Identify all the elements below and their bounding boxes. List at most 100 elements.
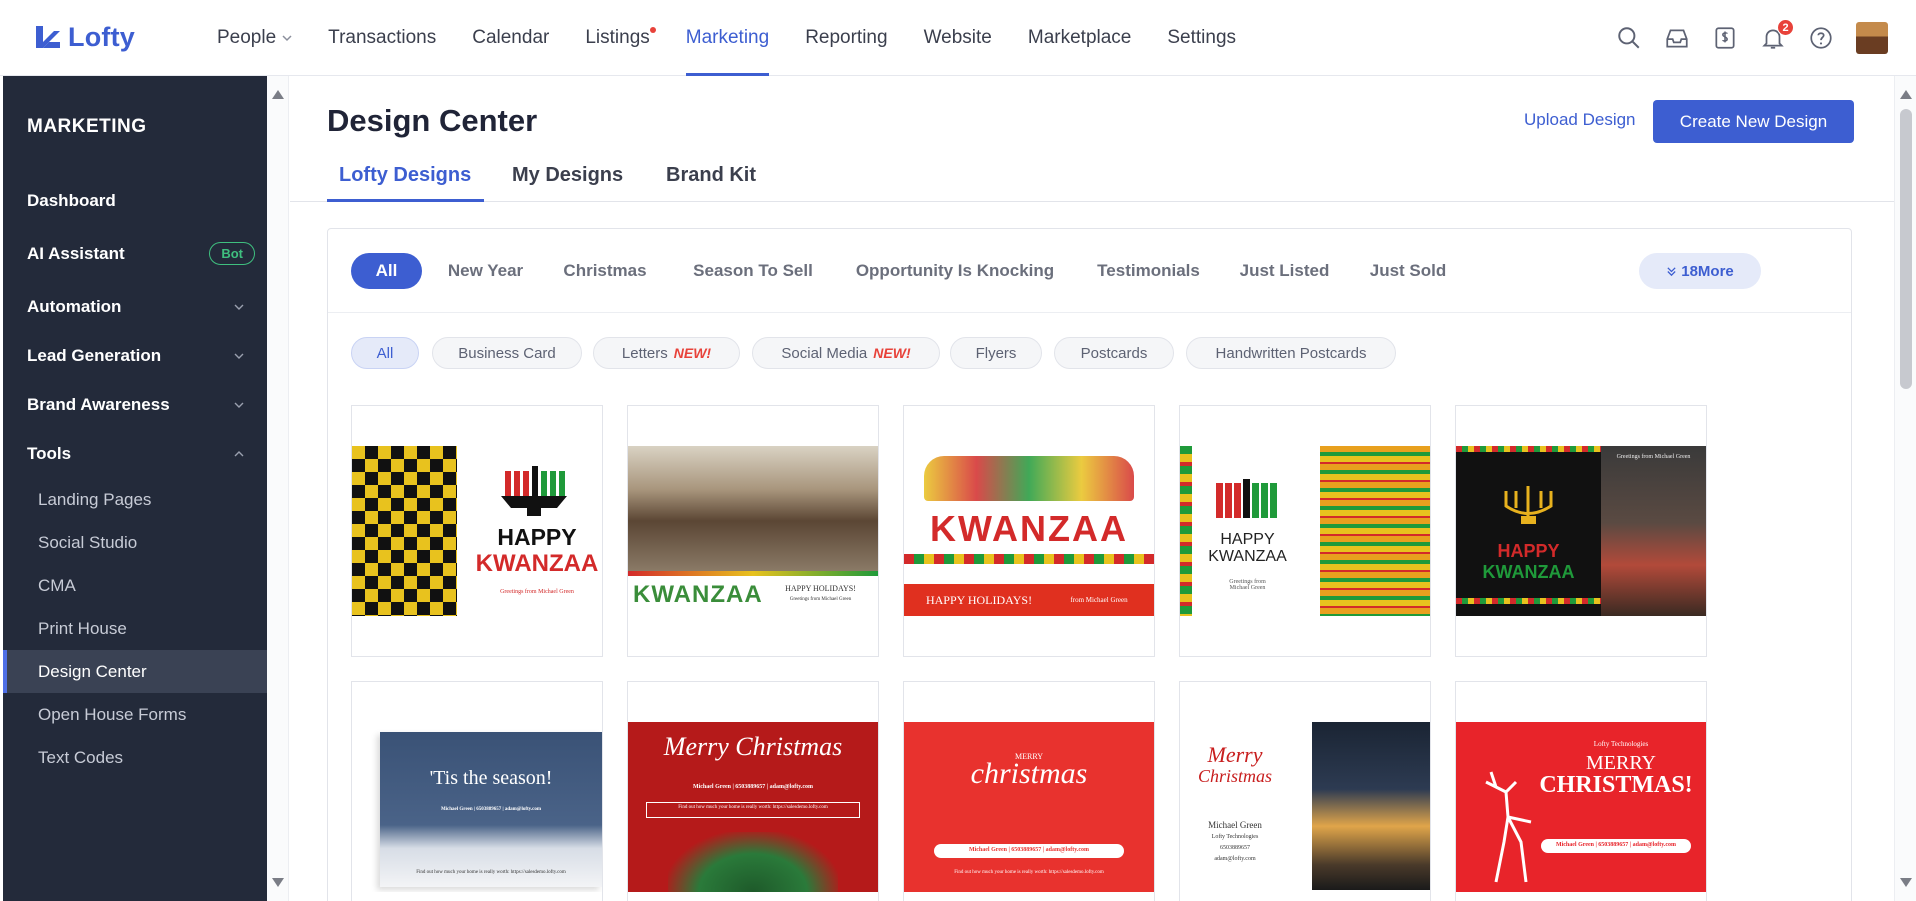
category-just-sold[interactable]: Just Sold [1358,253,1458,289]
nav-marketing[interactable]: Marketing [685,0,770,76]
sidebar-item-label: Lead Generation [27,345,162,365]
design-thumbnail: Merry Christmas Michael Green Lofty Tech… [1180,722,1430,892]
design-card[interactable]: HAPPY KWANZAA Greetings from Michael Gre… [351,405,603,657]
main-scrollbar[interactable] [1894,76,1916,901]
nav-website[interactable]: Website [924,0,992,76]
nav-reporting[interactable]: Reporting [805,0,887,76]
type-label: Social Media [781,344,868,362]
new-tag: NEW! [673,345,712,361]
sidebar-item-label: Brand Awareness [27,394,170,414]
design-thumbnail: Merry Christmas Michael Green | 65038896… [628,722,878,892]
sidebar-item-print-house[interactable]: Print House [3,607,267,650]
sidebar-item-landing-pages[interactable]: Landing Pages [3,478,267,521]
user-avatar[interactable] [1856,22,1888,54]
nav-label: Marketing [685,26,770,48]
scroll-down-arrow-icon[interactable] [1900,878,1912,887]
scroll-up-arrow-icon[interactable] [1900,90,1912,99]
sidebar-item-automation[interactable]: Automation [3,282,267,331]
search-icon[interactable] [1614,23,1644,53]
category-testimonials[interactable]: Testimonials [1083,253,1214,289]
scroll-down-arrow-icon[interactable] [272,878,284,887]
card-greeting: HAPPY HOLIDAYS! [785,584,856,593]
type-all[interactable]: All [351,337,419,369]
nav-listings[interactable]: Listings [585,0,656,76]
sidebar-item-lead-generation[interactable]: Lead Generation [3,331,267,380]
upload-design-link[interactable]: Upload Design [1524,110,1636,130]
nav-label: People [217,26,277,48]
design-card[interactable]: MERRY christmas Michael Green | 65038896… [903,681,1155,901]
lofty-logo-icon [36,25,60,48]
sidebar-item-cma[interactable]: CMA [3,564,267,607]
sidebar-item-design-center[interactable]: Design Center [3,650,267,693]
category-opportunity-is-knocking[interactable]: Opportunity Is Knocking [843,253,1067,289]
design-card[interactable]: Merry Christmas Michael Green | 65038896… [627,681,879,901]
nav-settings[interactable]: Settings [1167,0,1236,76]
type-letters[interactable]: Letters NEW! [593,337,740,369]
candles-icon [1216,479,1277,518]
sidebar-item-ai-assistant[interactable]: AI Assistant Bot [3,225,267,282]
nav-people[interactable]: People [217,0,292,76]
category-filter: All New Year Christmas Season To Sell Op… [328,229,1851,313]
sidebar-scrollbar[interactable] [267,76,289,901]
tab-lofty-designs[interactable]: Lofty Designs [327,158,484,202]
design-card[interactable]: KWANZAA HAPPY HOLIDAYS! Greetings from M… [627,405,879,657]
nav-label: Calendar [472,26,550,48]
sidebar-item-brand-awareness[interactable]: Brand Awareness [3,380,267,429]
card-footer: Find out how much your home is really wo… [954,870,1104,875]
sidebar-item-social-studio[interactable]: Social Studio [3,521,267,564]
card-phone: 6503889657 [1220,845,1250,851]
design-thumbnail: KWANZAA HAPPY HOLIDAYS! from Michael Gre… [904,446,1154,616]
nav-label: Marketplace [1027,26,1132,48]
nav-transactions[interactable]: Transactions [328,0,436,76]
scroll-up-arrow-icon[interactable] [272,90,284,99]
help-icon[interactable] [1806,23,1836,53]
category-new-year[interactable]: New Year [438,253,533,289]
type-handwritten-postcards[interactable]: Handwritten Postcards [1186,337,1396,369]
tab-my-designs[interactable]: My Designs [500,158,635,202]
sidebar-item-tools[interactable]: Tools [3,429,267,478]
tab-brand-kit[interactable]: Brand Kit [654,158,768,202]
dollar-document-icon[interactable] [1710,23,1740,53]
more-categories-button[interactable]: 18More [1639,253,1761,289]
design-card[interactable]: HAPPY KWANZAA Greetings from Michael Gre… [1455,405,1707,657]
card-title: CHRISTMAS! [1539,772,1693,798]
lofty-logo[interactable]: Lofty [32,22,187,54]
chevron-down-icon [234,353,244,359]
designs-panel: All New Year Christmas Season To Sell Op… [327,228,1852,901]
design-thumbnail: KWANZAA HAPPY HOLIDAYS! Greetings from M… [628,446,878,616]
sidebar-item-open-house-forms[interactable]: Open House Forms [3,693,267,736]
type-business-card[interactable]: Business Card [432,337,582,369]
sidebar-item-text-codes[interactable]: Text Codes [3,736,267,779]
notification-count-badge: 2 [1777,19,1794,36]
category-all[interactable]: All [351,253,422,289]
design-card[interactable]: Merry Christmas Michael Green Lofty Tech… [1179,681,1431,901]
reindeer-icon [1485,771,1532,883]
type-postcards[interactable]: Postcards [1054,337,1174,369]
category-just-listed[interactable]: Just Listed [1228,253,1341,289]
sidebar-item-dashboard[interactable]: Dashboard [3,176,267,225]
category-christmas[interactable]: Christmas [548,253,662,289]
nav-label: Listings [585,26,650,48]
create-new-design-button[interactable]: Create New Design [1653,100,1854,143]
type-flyers[interactable]: Flyers [950,337,1042,369]
card-company: Lofty Technologies [1211,834,1259,840]
card-title: KWANZAA [930,508,1128,549]
card-title: HAPPY [497,524,577,550]
design-card[interactable]: KWANZAA HAPPY HOLIDAYS! from Michael Gre… [903,405,1155,657]
type-social-media[interactable]: Social Media NEW! [752,337,940,369]
nav-marketplace[interactable]: Marketplace [1028,0,1132,76]
kinara-icon [1504,486,1553,524]
card-title: KWANZAA [475,550,599,577]
category-season-to-sell[interactable]: Season To Sell [678,253,828,289]
design-card[interactable]: 'Tis the season! Michael Green | 6503889… [351,681,603,901]
bell-icon[interactable]: 2 [1758,19,1794,53]
scrollbar-thumb[interactable] [1900,109,1912,389]
nav-calendar[interactable]: Calendar [472,0,549,76]
design-card[interactable]: Lofty Technologies MERRY CHRISTMAS! Mich… [1455,681,1707,901]
inbox-icon[interactable] [1662,23,1692,53]
sidebar-title: MARKETING [27,116,147,137]
design-card[interactable]: HAPPY KWANZAA Greetings from Michael Gre… [1179,405,1431,657]
sidebar-item-label: Dashboard [27,190,116,210]
type-label: Letters [621,344,668,362]
nav-label: Reporting [805,26,888,48]
